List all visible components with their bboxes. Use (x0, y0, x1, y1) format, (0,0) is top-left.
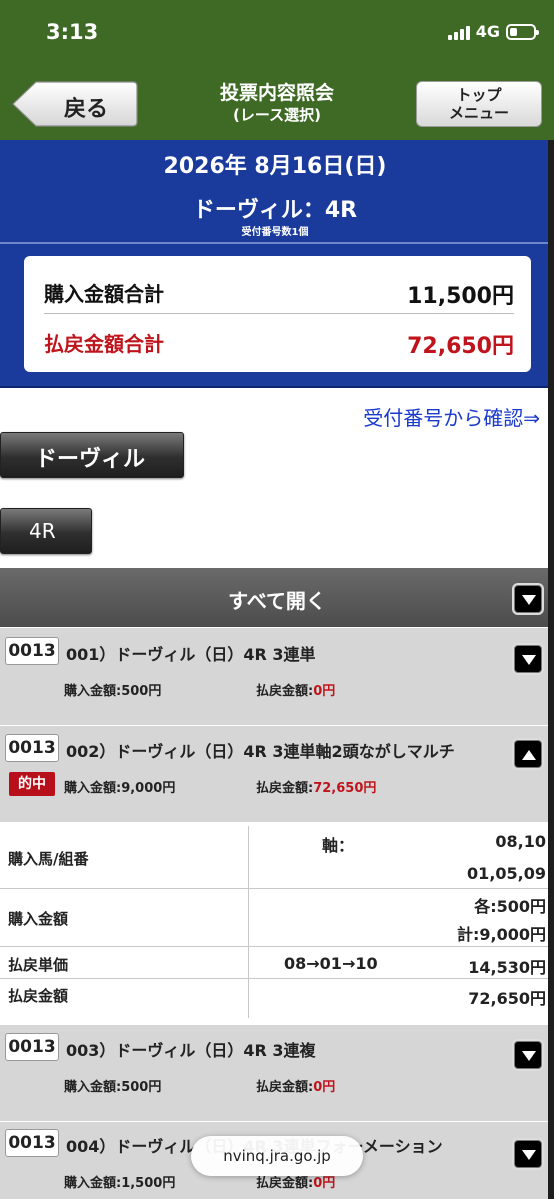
battery-icon (506, 23, 539, 40)
receipt-number: 0013 (5, 734, 59, 762)
top-menu-button[interactable]: トップ メニュー (416, 81, 542, 127)
purchase-amount: 購入金額:500円 (64, 684, 162, 699)
top-menu-label-2: メニュー (448, 104, 509, 122)
purchase-amount: 購入金額:1,500円 (64, 1176, 176, 1191)
summary-divider (44, 313, 514, 314)
venue-button[interactable]: ドーヴィル (0, 432, 184, 478)
open-all-label: すべて開く (228, 589, 326, 613)
ticket-detail-table: 購入馬/組番 軸： 08,10 01,05,09 購入金額 各:500円 計:9… (0, 822, 548, 1022)
unit-payout-value: 14,530円 (468, 958, 546, 977)
chevron-down-icon[interactable] (514, 645, 542, 673)
chevron-down-icon[interactable] (514, 1041, 542, 1069)
purchase-amount: 購入金額:500円 (64, 1080, 162, 1095)
payout-total-label: 払戻金額合計 (44, 332, 164, 356)
row-divider (0, 978, 548, 979)
race-date: 2026年 8月16日(日) (163, 154, 387, 179)
unit-payout-label: 払戻単価 (8, 956, 69, 974)
receipt-number: 0013 (5, 1129, 59, 1157)
winning-combination: 08→01→10 (284, 954, 378, 973)
url-bar[interactable]: nvinq.jra.go.jp (191, 1136, 363, 1176)
row-divider (0, 946, 548, 947)
top-menu-label-1: トップ (456, 86, 502, 104)
payout-total-value: 72,650円 (407, 334, 514, 359)
scrollbar[interactable] (548, 140, 554, 1199)
divider (0, 242, 550, 244)
hit-badge: 的中 (9, 772, 55, 796)
receipt-count: 受付番号数1個 (241, 227, 309, 238)
purchase-total-label: 購入金額合計 (44, 282, 164, 306)
table-divider (248, 826, 249, 1018)
payout-amount: 払戻金額:0円 (256, 1080, 336, 1095)
amount-label: 購入金額 (8, 910, 69, 928)
payout-amount: 払戻金額:0円 (256, 684, 336, 699)
race-course: ドーヴィル：4R (192, 198, 358, 223)
ticket-item[interactable]: 0013 003）ドーヴィル（日）4R 3連複 購入金額:500円 払戻金額:0… (0, 1024, 554, 1121)
axis-label: 軸： (322, 836, 355, 855)
payout-label: 払戻金額 (8, 987, 69, 1005)
confirm-by-receipt-link[interactable]: 受付番号から確認⇒ (363, 402, 540, 431)
network-label: 4G (475, 22, 500, 41)
purchase-amount: 購入金額:9,000円 (64, 781, 176, 796)
axis-value: 08,10 (495, 832, 546, 851)
amount-summary-box: 購入金額合計 11,500円 払戻金額合計 72,650円 (24, 256, 531, 372)
ticket-title: 003）ドーヴィル（日）4R 3連複 (66, 1041, 316, 1060)
ticket-item[interactable]: 0013 001）ドーヴィル（日）4R 3連単 購入金額:500円 払戻金額:0… (0, 627, 554, 725)
ticket-item[interactable]: 0013 002）ドーヴィル（日）4R 3連単軸2頭ながしマルチ 的中 購入金額… (0, 725, 554, 822)
open-all-bar[interactable]: すべて開く (0, 568, 554, 627)
partner-horses: 01,05,09 (467, 864, 546, 883)
row-divider (0, 888, 548, 889)
chevron-down-icon[interactable] (514, 1140, 542, 1168)
signal-icon (447, 24, 470, 40)
ticket-title: 001）ドーヴィル（日）4R 3連単 (66, 645, 316, 664)
amount-total: 計:9,000円 (456, 925, 546, 944)
race-button[interactable]: 4R (0, 508, 92, 554)
horses-label: 購入馬/組番 (8, 850, 89, 868)
purchase-total-value: 11,500円 (407, 284, 514, 309)
chevron-up-icon[interactable] (514, 740, 542, 768)
chevron-down-icon[interactable] (514, 585, 542, 613)
receipt-number: 0013 (5, 637, 59, 665)
payout-amount: 払戻金額:72,650円 (256, 781, 377, 796)
status-time: 3:13 (46, 20, 99, 44)
status-indicators: 4G (447, 22, 539, 41)
payout-value: 72,650円 (468, 989, 546, 1008)
ticket-title: 002）ドーヴィル（日）4R 3連単軸2頭ながしマルチ (66, 742, 455, 761)
receipt-number: 0013 (5, 1033, 59, 1061)
amount-each: 各:500円 (474, 897, 546, 916)
